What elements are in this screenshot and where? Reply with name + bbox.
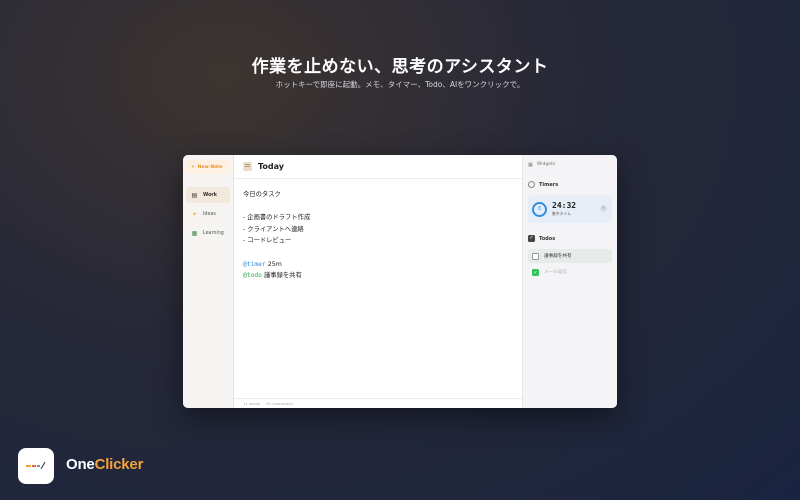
editor-status-bar: 11 words 61 characters <box>234 398 522 408</box>
brand-name-primary: One <box>66 456 95 473</box>
text-line <box>243 247 522 259</box>
text-line: - クライアントへ連絡 <box>243 225 304 233</box>
timer-info: 24:32 集中タイム <box>552 201 576 217</box>
sidebar: + New Note ▤ Work ✦ Ideas ▦ Learning <box>183 155 234 408</box>
sidebar-item-ideas[interactable]: ✦ Ideas <box>186 206 230 222</box>
sidebar-item-label: Ideas <box>203 211 216 217</box>
todo-item[interactable]: 議事録を共有 <box>528 249 612 263</box>
timer-time: 24:32 <box>552 201 577 210</box>
text-line <box>243 201 522 213</box>
character-count: 61 characters <box>266 401 293 406</box>
page-title[interactable]: Today <box>258 162 284 171</box>
word-count: 11 words <box>243 401 261 406</box>
todos-section-header: ✓ Todos <box>528 235 612 242</box>
new-note-button[interactable]: + New Note <box>186 160 230 174</box>
editor-pane: Today 今日のタスク - 企画書のドラフト作成 - クライアントへ連絡 - … <box>234 155 522 408</box>
todo-mention: @todo <box>243 272 262 280</box>
new-note-label: New Note <box>197 164 223 170</box>
text-line: 今日のタスク <box>243 191 281 198</box>
todo-command-line: @todo 議事録を共有 <box>243 270 522 282</box>
notepad-icon <box>243 162 252 171</box>
todo-checkbox[interactable] <box>532 252 539 260</box>
sidebar-item-work[interactable]: ▤ Work <box>186 187 230 203</box>
timer-mention: @timer <box>243 260 266 268</box>
plus-icon: + <box>191 164 195 170</box>
editor-header: Today <box>234 155 522 179</box>
close-icon[interactable]: × <box>600 205 607 212</box>
widgets-header-label: Widgets <box>536 162 556 167</box>
timer-card[interactable]: ⏱ 24:32 集中タイム × <box>528 195 612 223</box>
notebook-icon: ▤ <box>191 191 198 199</box>
todo-item[interactable]: ✓ メール返信 <box>528 265 612 279</box>
app-logo-mark <box>26 461 46 470</box>
lightbulb-icon: ✦ <box>191 210 198 218</box>
sidebar-item-learning[interactable]: ▦ Learning <box>186 225 230 241</box>
clock-icon <box>528 181 535 188</box>
text-line: - 企画書のドラフト作成 <box>243 214 311 222</box>
todo-label: 議事録を共有 <box>544 254 572 259</box>
timer-mention-value: 25m <box>265 260 282 268</box>
timer-label: 集中タイム <box>552 211 571 216</box>
timers-label: Timers <box>539 181 559 188</box>
app-window: + New Note ▤ Work ✦ Ideas ▦ Learning Tod… <box>183 155 617 408</box>
timer-progress-ring[interactable]: ⏱ <box>532 201 547 217</box>
todo-checkbox-checked[interactable]: ✓ <box>532 268 539 276</box>
todos-label: Todos <box>539 235 556 242</box>
sidebar-item-label: Work <box>203 192 217 198</box>
text-line: - コードレビュー <box>243 237 292 245</box>
editor-text-area[interactable]: 今日のタスク - 企画書のドラフト作成 - クライアントへ連絡 - コードレビュ… <box>234 179 522 282</box>
checkbox-icon: ✓ <box>528 235 535 242</box>
sidebar-item-label: Learning <box>203 230 224 236</box>
books-icon: ▦ <box>191 229 198 237</box>
widgets-panel: ▦ Widgets Timers ⏱ 24:32 集中タイム × ✓ Todos… <box>522 155 617 408</box>
timer-command-line: @timer 25m <box>243 259 522 271</box>
todo-mention-value: 議事録を共有 <box>261 272 302 280</box>
hero-title: 作業を止めない、思考のアシスタント <box>251 57 549 77</box>
brand-name-accent: Clicker <box>94 456 144 473</box>
hero-subtitle: ホットキーで即座に起動。メモ、タイマー、Todo、AIをワンクリックで。 <box>275 80 525 89</box>
grid-icon: ▦ <box>528 161 533 168</box>
brand-name: OneClicker <box>66 456 143 473</box>
todo-label: メール返信 <box>544 270 567 275</box>
timers-section-header: Timers <box>528 181 612 188</box>
app-logo <box>18 448 54 484</box>
widgets-header: ▦ Widgets <box>528 160 612 169</box>
